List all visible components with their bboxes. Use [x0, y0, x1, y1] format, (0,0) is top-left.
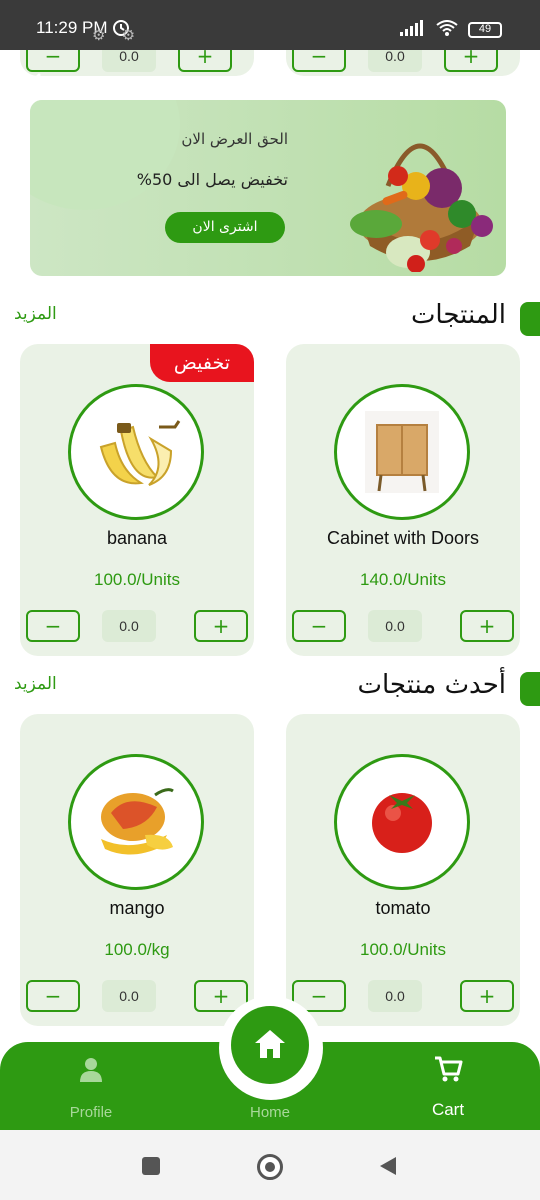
- products-section-header: المنتجات المزيد: [0, 298, 540, 338]
- home-system-button[interactable]: [257, 1154, 283, 1180]
- product-card-mango[interactable]: mango 100.0/kg − 0.0 +: [20, 714, 254, 1026]
- decrease-button[interactable]: −: [26, 610, 80, 642]
- profile-icon: [79, 1056, 103, 1088]
- quantity-stepper: − 0.0 +: [26, 980, 248, 1014]
- vegetable-basket-image: [330, 116, 506, 273]
- product-image-frame: [68, 384, 204, 520]
- product-price: 140.0/Units: [360, 570, 446, 589]
- product-card-tomato[interactable]: tomato 100.0/Units − 0.0 +: [286, 714, 520, 1026]
- product-name: banana: [106, 528, 168, 548]
- product-price: 100.0/Units: [94, 570, 180, 589]
- discount-badge: تخفيض: [150, 344, 254, 382]
- section-accent-bar: [520, 302, 540, 336]
- top-left-minus-button[interactable]: −: [26, 50, 80, 72]
- product-image-frame: [334, 384, 470, 520]
- promo-banner: الحق العرض الان تخفيض يصل الى 50% اشترى …: [30, 100, 506, 276]
- product-name: Cabinet with Doors: [326, 528, 480, 548]
- home-button[interactable]: [231, 1006, 309, 1084]
- banner-discount-text: تخفيض يصل الى 50%: [136, 170, 288, 189]
- banner-decoration: [30, 100, 180, 210]
- system-navigation-bar: [0, 1130, 540, 1200]
- banana-image: [99, 420, 181, 486]
- cart-icon: [433, 1054, 463, 1088]
- product-price: 100.0/Units: [360, 940, 446, 959]
- quantity-value: 0.0: [102, 980, 156, 1012]
- decrease-button[interactable]: −: [292, 610, 346, 642]
- latest-section-title: أحدث منتجات: [357, 670, 506, 700]
- top-right-plus-button[interactable]: +: [444, 50, 498, 72]
- products-more-link[interactable]: المزيد: [14, 304, 57, 324]
- home-icon: [253, 1028, 287, 1064]
- status-sub-icons: ⚙ ⚙: [92, 27, 142, 44]
- quantity-value: 0.0: [368, 980, 422, 1012]
- increase-button[interactable]: +: [194, 610, 248, 642]
- status-bar: 11:29 PM ⚙ ⚙ 49: [0, 0, 540, 50]
- quantity-stepper: − 0.0 +: [292, 980, 514, 1014]
- product-image-frame: [68, 754, 204, 890]
- home-system-dot: [265, 1162, 275, 1172]
- top-left-plus-button[interactable]: +: [178, 50, 232, 72]
- products-section-title: المنتجات: [410, 300, 506, 330]
- quantity-value: 0.0: [102, 610, 156, 642]
- battery-icon: 49: [468, 22, 502, 38]
- battery-level: 49: [478, 23, 492, 35]
- top-right-qty-value: 0.0: [368, 50, 422, 72]
- tomato-image: [372, 793, 432, 853]
- quantity-stepper: − 0.0 +: [26, 610, 248, 644]
- wifi-icon: [436, 20, 458, 40]
- top-qty-strip: − 0.0 + − 0.0 +: [0, 50, 540, 78]
- decrease-button[interactable]: −: [26, 980, 80, 1012]
- section-accent-bar: [520, 672, 540, 706]
- back-system-button[interactable]: [378, 1155, 398, 1181]
- product-price: 100.0/kg: [104, 940, 170, 959]
- product-name: tomato: [375, 898, 431, 918]
- latest-more-link[interactable]: المزيد: [14, 674, 57, 694]
- back-arrow-icon[interactable]: [26, 72, 56, 98]
- increase-button[interactable]: +: [460, 980, 514, 1012]
- mango-image: [101, 788, 174, 855]
- top-left-qty-value: 0.0: [102, 50, 156, 72]
- product-name: mango: [109, 898, 165, 918]
- recent-apps-button[interactable]: [142, 1157, 160, 1175]
- latest-section-header: أحدث منتجات المزيد: [0, 668, 540, 708]
- nav-home-label: Home: [249, 1104, 290, 1121]
- signal-icon: [400, 20, 426, 40]
- cabinet-image: [365, 411, 439, 493]
- product-card-cabinet[interactable]: Cabinet with Doors 140.0/Units − 0.0 +: [286, 344, 520, 656]
- nav-profile[interactable]: Profile: [36, 1050, 146, 1128]
- nav-profile-label: Profile: [69, 1104, 113, 1121]
- product-image-frame: [334, 754, 470, 890]
- quantity-value: 0.0: [368, 610, 422, 642]
- banner-headline: الحق العرض الان: [181, 130, 288, 148]
- status-icons: 49: [400, 20, 502, 40]
- product-card-banana[interactable]: تخفيض banana 100.0/Units − 0.0 +: [20, 344, 254, 656]
- buy-now-button[interactable]: اشترى الان: [165, 212, 285, 243]
- top-right-minus-button[interactable]: −: [292, 50, 346, 72]
- increase-button[interactable]: +: [460, 610, 514, 642]
- nav-cart-label: Cart: [431, 1100, 465, 1119]
- quantity-stepper: − 0.0 +: [292, 610, 514, 644]
- nav-cart[interactable]: Cart: [393, 1050, 503, 1128]
